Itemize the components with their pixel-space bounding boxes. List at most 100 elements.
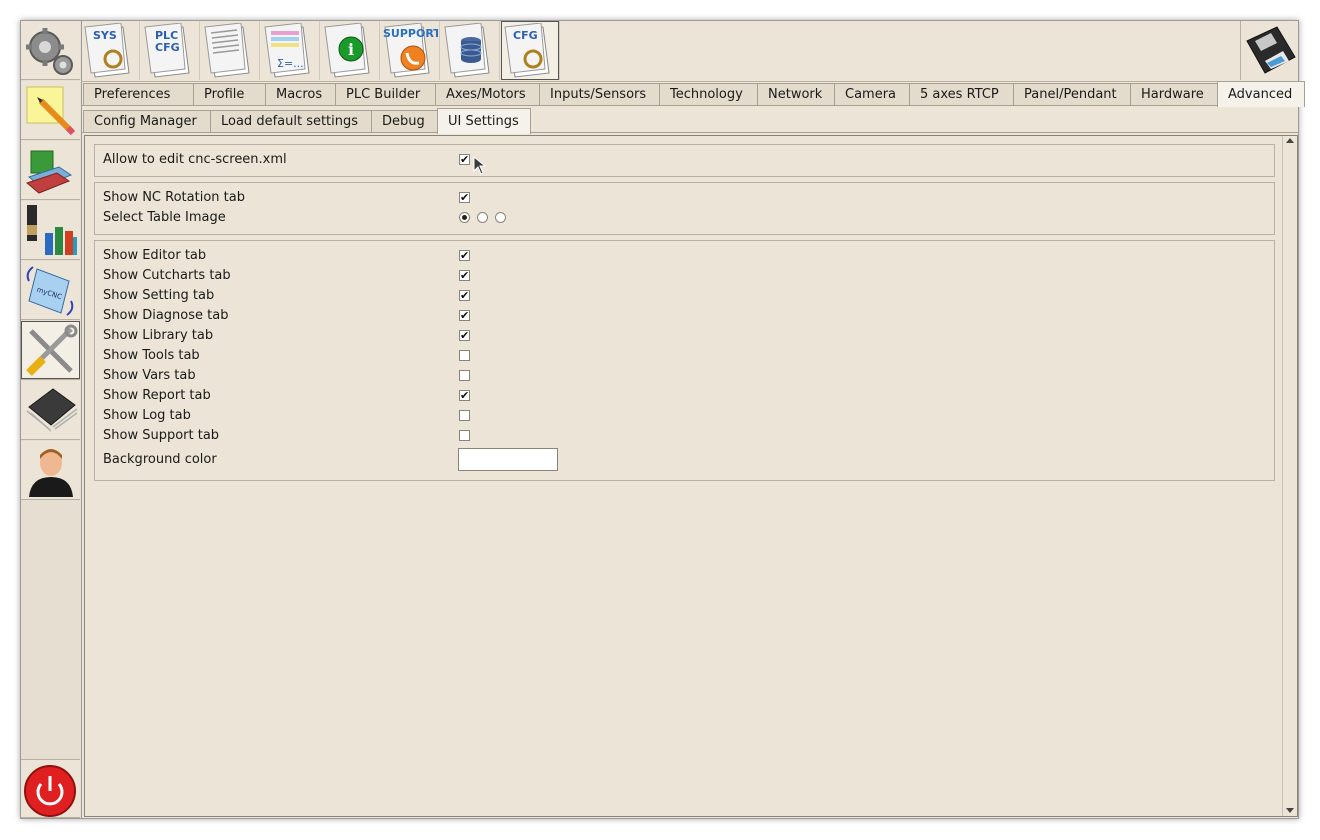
documents-button[interactable] [201, 21, 260, 80]
tab-config-manager[interactable]: Config Manager [83, 110, 211, 132]
svg-text:SYS: SYS [93, 29, 117, 42]
table-image-radio-3[interactable] [495, 212, 506, 223]
info-button[interactable]: i [321, 21, 380, 80]
sys-config-button[interactable]: SYS [81, 21, 140, 80]
user-icon [29, 449, 73, 497]
tab-macros[interactable]: Macros [265, 83, 336, 105]
table-image-label: Select Table Image [103, 210, 226, 225]
tab-axes-motors[interactable]: Axes/Motors [435, 83, 540, 105]
show-support-tab-checkbox[interactable] [459, 430, 470, 441]
show-support-tab-label: Show Support tab [103, 428, 220, 443]
tab-network[interactable]: Network [757, 83, 835, 105]
tab-5-axes-rtcp[interactable]: 5 axes RTCP [909, 83, 1014, 105]
info-icon: i [324, 23, 370, 78]
tools-library-icon [27, 205, 77, 255]
settings-group-screen-xml: Allow to edit cnc-screen.xml ✔ [94, 144, 1275, 177]
database-icon [444, 23, 490, 78]
plc-config-icon: PLC CFG [144, 23, 190, 78]
show-cutcharts-tab-label: Show Cutcharts tab [103, 268, 231, 283]
config-tools-button[interactable] [21, 321, 80, 380]
cfg-gear-icon: CFG [504, 23, 550, 78]
books-icon [25, 150, 73, 194]
config-tools-icon [26, 324, 78, 376]
vertical-scrollbar[interactable] [1282, 136, 1297, 816]
power-icon [24, 765, 76, 817]
show-vars-tab-label: Show Vars tab [103, 368, 196, 383]
edit-notes-button[interactable] [21, 81, 80, 140]
nc-rotation-checkbox[interactable]: ✔ [459, 192, 470, 203]
database-button[interactable] [441, 21, 500, 80]
rotation-mycnc-button[interactable]: myCNC [21, 261, 80, 320]
show-editor-tab-checkbox[interactable]: ✔ [459, 250, 470, 261]
document-list-icon [204, 23, 250, 78]
svg-text:CFG: CFG [513, 29, 538, 42]
left-sidebar: myCNC [21, 21, 82, 818]
background-color-input[interactable] [458, 448, 558, 471]
show-tools-tab-label: Show Tools tab [103, 348, 200, 363]
show-setting-tab-checkbox[interactable]: ✔ [459, 290, 470, 301]
table-image-radio-1[interactable] [459, 212, 470, 223]
tab-load-default-settings[interactable]: Load default settings [210, 110, 372, 132]
app-window: myCNC SYS PLC CFG Σ=... i SUPPORT CFG Pr… [20, 20, 1305, 819]
support-phone-icon: SUPPORT [383, 23, 438, 78]
edit-notes-icon [26, 86, 76, 136]
svg-text:CFG: CFG [155, 41, 180, 54]
show-library-tab-checkbox[interactable]: ✔ [459, 330, 470, 341]
allow-edit-checkbox[interactable]: ✔ [459, 154, 470, 165]
floppy-disk-icon [1246, 26, 1296, 74]
scroll-up-icon[interactable] [1286, 138, 1294, 143]
nc-rotation-label: Show NC Rotation tab [103, 190, 245, 205]
tab-advanced[interactable]: Advanced [1217, 81, 1305, 107]
show-setting-tab-label: Show Setting tab [103, 288, 215, 303]
show-report-tab-label: Show Report tab [103, 388, 211, 403]
save-button[interactable] [1240, 21, 1299, 80]
tab-debug[interactable]: Debug [371, 110, 438, 132]
scroll-down-icon[interactable] [1286, 808, 1294, 813]
tab-camera[interactable]: Camera [834, 83, 910, 105]
svg-text:SUPPORT: SUPPORT [383, 27, 438, 40]
ui-settings-panel: Allow to edit cnc-screen.xml ✔ Show NC R… [84, 135, 1298, 817]
power-button[interactable] [21, 759, 80, 818]
tab-plc-builder[interactable]: PLC Builder [335, 83, 436, 105]
svg-text:Σ=...: Σ=... [277, 57, 304, 70]
show-vars-tab-checkbox[interactable] [459, 370, 470, 381]
mouse-pointer-icon [473, 156, 487, 175]
hardware-chip-button[interactable] [21, 381, 80, 440]
tab-panel-pendant[interactable]: Panel/Pendant [1013, 83, 1131, 105]
books-button[interactable] [21, 141, 80, 200]
svg-text:i: i [348, 40, 354, 59]
show-library-tab-label: Show Library tab [103, 328, 214, 343]
cfg-button[interactable]: CFG [501, 21, 560, 80]
hardware-chip-icon [26, 388, 78, 432]
tab-preferences[interactable]: Preferences [83, 83, 194, 105]
sys-gear-icon: SYS [84, 23, 130, 78]
settings-group-tabs: Show Editor tab ✔ Show Cutcharts tab ✔ S… [94, 240, 1275, 481]
top-toolbar: SYS PLC CFG Σ=... i SUPPORT CFG [81, 21, 1299, 82]
rotation-mycnc-icon: myCNC [26, 266, 74, 316]
tab-inputs-sensors[interactable]: Inputs/Sensors [539, 83, 660, 105]
show-log-tab-label: Show Log tab [103, 408, 191, 423]
table-image-radio-2[interactable] [477, 212, 488, 223]
allow-edit-label: Allow to edit cnc-screen.xml [103, 152, 287, 167]
settings-gears-icon [26, 28, 73, 75]
show-tools-tab-checkbox[interactable] [459, 350, 470, 361]
tab-technology[interactable]: Technology [659, 83, 758, 105]
tab-profile[interactable]: Profile [193, 83, 266, 105]
settings-gears-button[interactable] [21, 21, 80, 80]
show-diagnose-tab-checkbox[interactable]: ✔ [459, 310, 470, 321]
show-cutcharts-tab-checkbox[interactable]: ✔ [459, 270, 470, 281]
plc-config-button[interactable]: PLC CFG [141, 21, 200, 80]
formula-variables-icon: Σ=... [264, 23, 310, 78]
settings-group-rotation: Show NC Rotation tab ✔ Select Table Imag… [94, 182, 1275, 235]
tools-library-button[interactable] [21, 201, 80, 260]
tab-ui-settings[interactable]: UI Settings [437, 108, 531, 134]
show-log-tab-checkbox[interactable] [459, 410, 470, 421]
show-report-tab-checkbox[interactable]: ✔ [459, 390, 470, 401]
tab-hardware[interactable]: Hardware [1130, 83, 1218, 105]
show-editor-tab-label: Show Editor tab [103, 248, 207, 263]
support-button[interactable]: SUPPORT [381, 21, 440, 80]
background-color-label: Background color [103, 452, 217, 467]
user-button[interactable] [21, 441, 80, 500]
formula-variables-button[interactable]: Σ=... [261, 21, 320, 80]
show-diagnose-tab-label: Show Diagnose tab [103, 308, 229, 323]
